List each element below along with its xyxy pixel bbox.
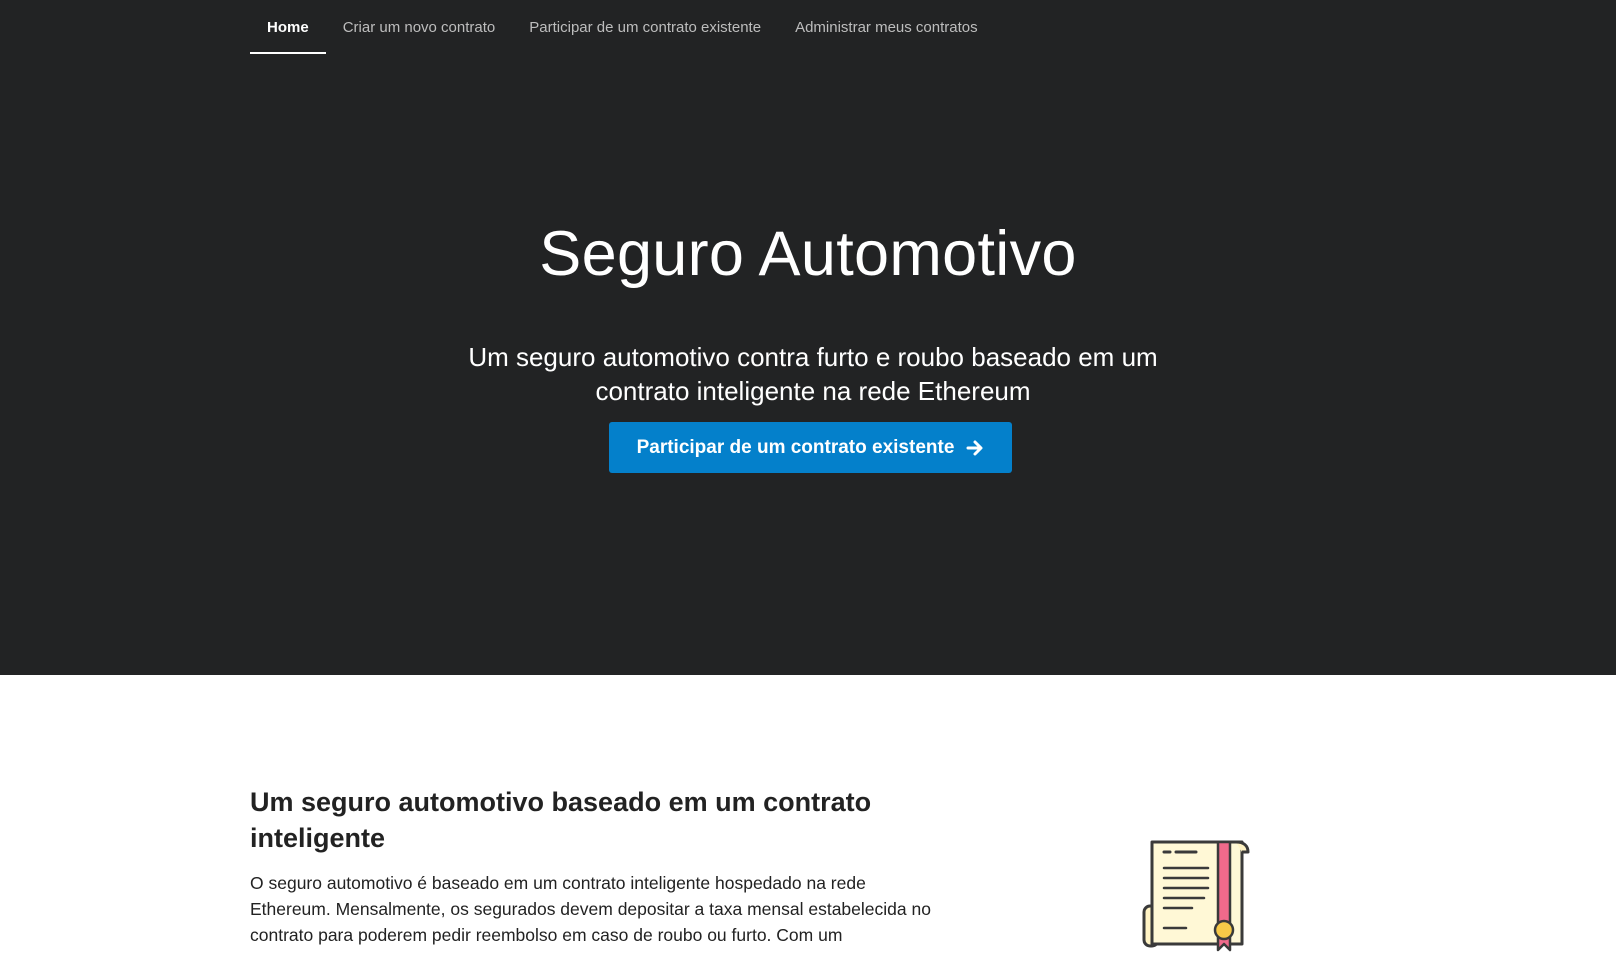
- nav-item-administrar-contratos[interactable]: Administrar meus contratos: [778, 0, 995, 54]
- top-nav: Home Criar um novo contrato Participar d…: [250, 0, 995, 54]
- hero-section: Home Criar um novo contrato Participar d…: [0, 0, 1616, 675]
- section-title: Um seguro automotivo baseado em um contr…: [250, 787, 872, 853]
- contract-scroll-icon: [1138, 836, 1254, 953]
- nav-item-participar-contrato[interactable]: Participar de um contrato existente: [512, 0, 778, 54]
- participar-contrato-button[interactable]: Participar de um contrato existente: [609, 422, 1012, 473]
- nav-item-criar-contrato[interactable]: Criar um novo contrato: [326, 0, 513, 54]
- hero-subtitle: Um seguro automotivo contra furto e roub…: [468, 342, 1158, 406]
- cta-button-label: Participar de um contrato existente: [636, 436, 955, 458]
- arrow-right-icon: [966, 439, 984, 457]
- section-body: O seguro automotivo é baseado em um cont…: [250, 873, 931, 945]
- hero-title: Seguro Automotivo: [539, 219, 1077, 289]
- nav-item-home[interactable]: Home: [250, 0, 326, 54]
